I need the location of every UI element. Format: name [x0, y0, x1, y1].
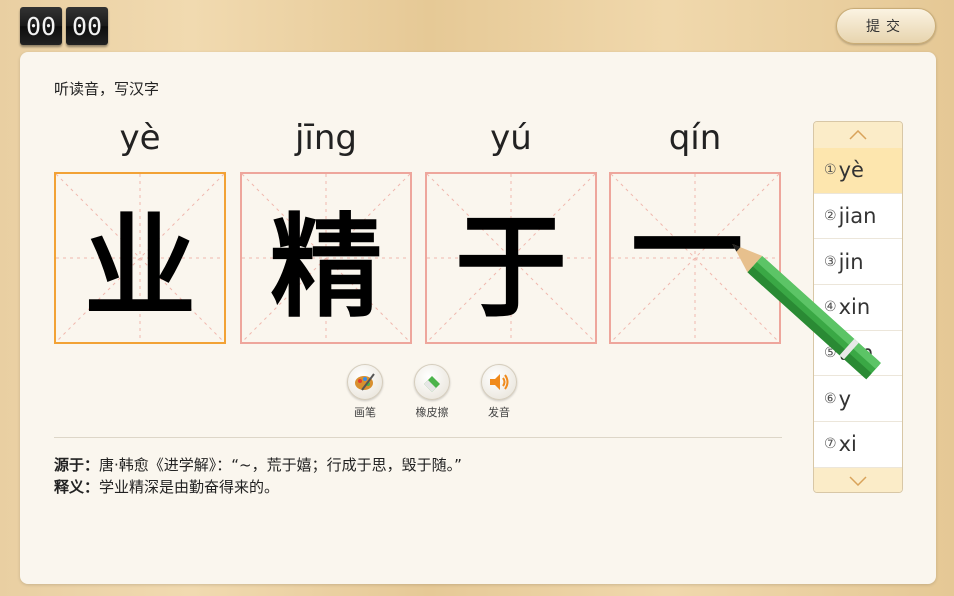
pinyin-label-1: yè — [119, 118, 161, 158]
pinyin-label-4: qín — [668, 118, 722, 158]
source-label: 源于： — [54, 456, 100, 474]
palette-icon — [347, 364, 383, 400]
sound-tool[interactable]: 发音 — [469, 364, 529, 420]
writing-cell-1[interactable]: 业 — [54, 172, 226, 344]
exercise-card: 听读音，写汉字 yè jīng yú qín 业 精 于 一 画笔 橡皮擦 发音… — [20, 52, 936, 584]
source-text: 唐·韩愈《进学解》：“~，荒于嬉；行成于思，毁于随。” — [99, 456, 462, 474]
instruction-text: 听读音，写汉字 — [54, 80, 160, 98]
timer: 00 00 — [20, 7, 108, 45]
brush-tool[interactable]: 画笔 — [335, 364, 395, 420]
eraser-tool[interactable]: 橡皮擦 — [402, 364, 462, 420]
writing-cell-3[interactable]: 于 — [425, 172, 597, 344]
meaning-label: 释义： — [54, 478, 100, 496]
pinyin-label-3: yú — [490, 118, 532, 158]
option-text: jian — [838, 204, 877, 229]
source-section: 源于：唐·韩愈《进学解》：“~，荒于嬉；行成于思，毁于随。” 释义：学业精深是由… — [54, 454, 462, 498]
divider — [54, 437, 782, 438]
written-character: 于 — [455, 202, 567, 333]
writing-cell-2[interactable]: 精 — [240, 172, 412, 344]
pencil-icon — [732, 244, 882, 380]
eraser-icon — [414, 364, 450, 400]
option-text: yè — [838, 158, 864, 183]
meaning-text: 学业精深是由勤奋得来的。 — [99, 478, 280, 496]
eraser-label: 橡皮擦 — [415, 406, 449, 419]
sound-label: 发音 — [488, 406, 510, 419]
pinyin-label-2: jīng — [294, 118, 358, 158]
chevron-up-icon[interactable] — [814, 122, 902, 148]
timer-seconds: 00 — [66, 7, 108, 45]
chevron-down-icon[interactable] — [814, 467, 902, 492]
meaning-line: 释义：学业精深是由勤奋得来的。 — [54, 476, 462, 498]
option-text: xi — [838, 432, 857, 457]
option-number: ② — [824, 208, 837, 225]
speaker-icon — [481, 364, 517, 400]
written-character: 业 — [84, 202, 196, 333]
brush-label: 画笔 — [354, 406, 376, 419]
option-number: ⑦ — [824, 436, 837, 453]
option-number: ① — [824, 162, 837, 179]
written-character: 精 — [270, 202, 382, 333]
submit-button[interactable]: 提交 — [836, 8, 936, 44]
picker-option-1[interactable]: ① yè — [814, 148, 902, 194]
source-line: 源于：唐·韩愈《进学解》：“~，荒于嬉；行成于思，毁于随。” — [54, 454, 462, 476]
timer-minutes: 00 — [20, 7, 62, 45]
